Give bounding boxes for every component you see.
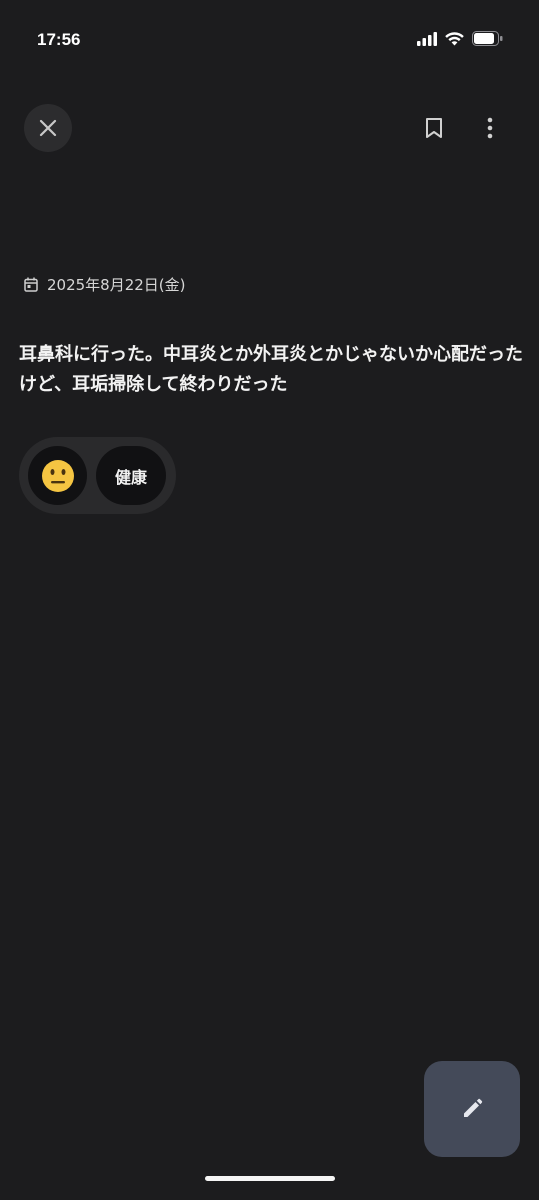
signal-icon	[417, 31, 437, 46]
status-icons	[417, 31, 503, 46]
entry-date-row[interactable]: 2025年8月22日(金)	[24, 274, 186, 295]
home-indicator[interactable]	[205, 1176, 335, 1181]
tag-group: 健康	[19, 437, 176, 514]
battery-icon	[472, 31, 503, 46]
entry-date: 2025年8月22日(金)	[47, 276, 186, 294]
bookmark-button[interactable]	[414, 108, 454, 148]
tag-chip-label: 健康	[114, 467, 147, 487]
mood-chip[interactable]	[28, 446, 87, 505]
status-time: 17:56	[37, 30, 81, 49]
neutral-face-emoji	[41, 459, 74, 492]
entry-text: 耳鼻科に行った。中耳炎とか外耳炎とかじゃないか心配だったけど、耳垢掃除して終わり…	[19, 344, 523, 395]
tag-chip-health[interactable]: 健康	[96, 446, 166, 505]
close-icon	[39, 119, 57, 137]
more-options-button[interactable]	[470, 108, 510, 148]
calendar-icon	[24, 277, 38, 292]
close-button[interactable]	[24, 104, 72, 152]
bookmark-outline-icon	[426, 118, 442, 138]
pencil-icon	[464, 1098, 483, 1117]
status-bar: 17:56	[0, 0, 539, 80]
more-vertical-icon	[487, 117, 493, 139]
wifi-icon	[445, 31, 464, 45]
edit-button[interactable]	[424, 1061, 520, 1157]
